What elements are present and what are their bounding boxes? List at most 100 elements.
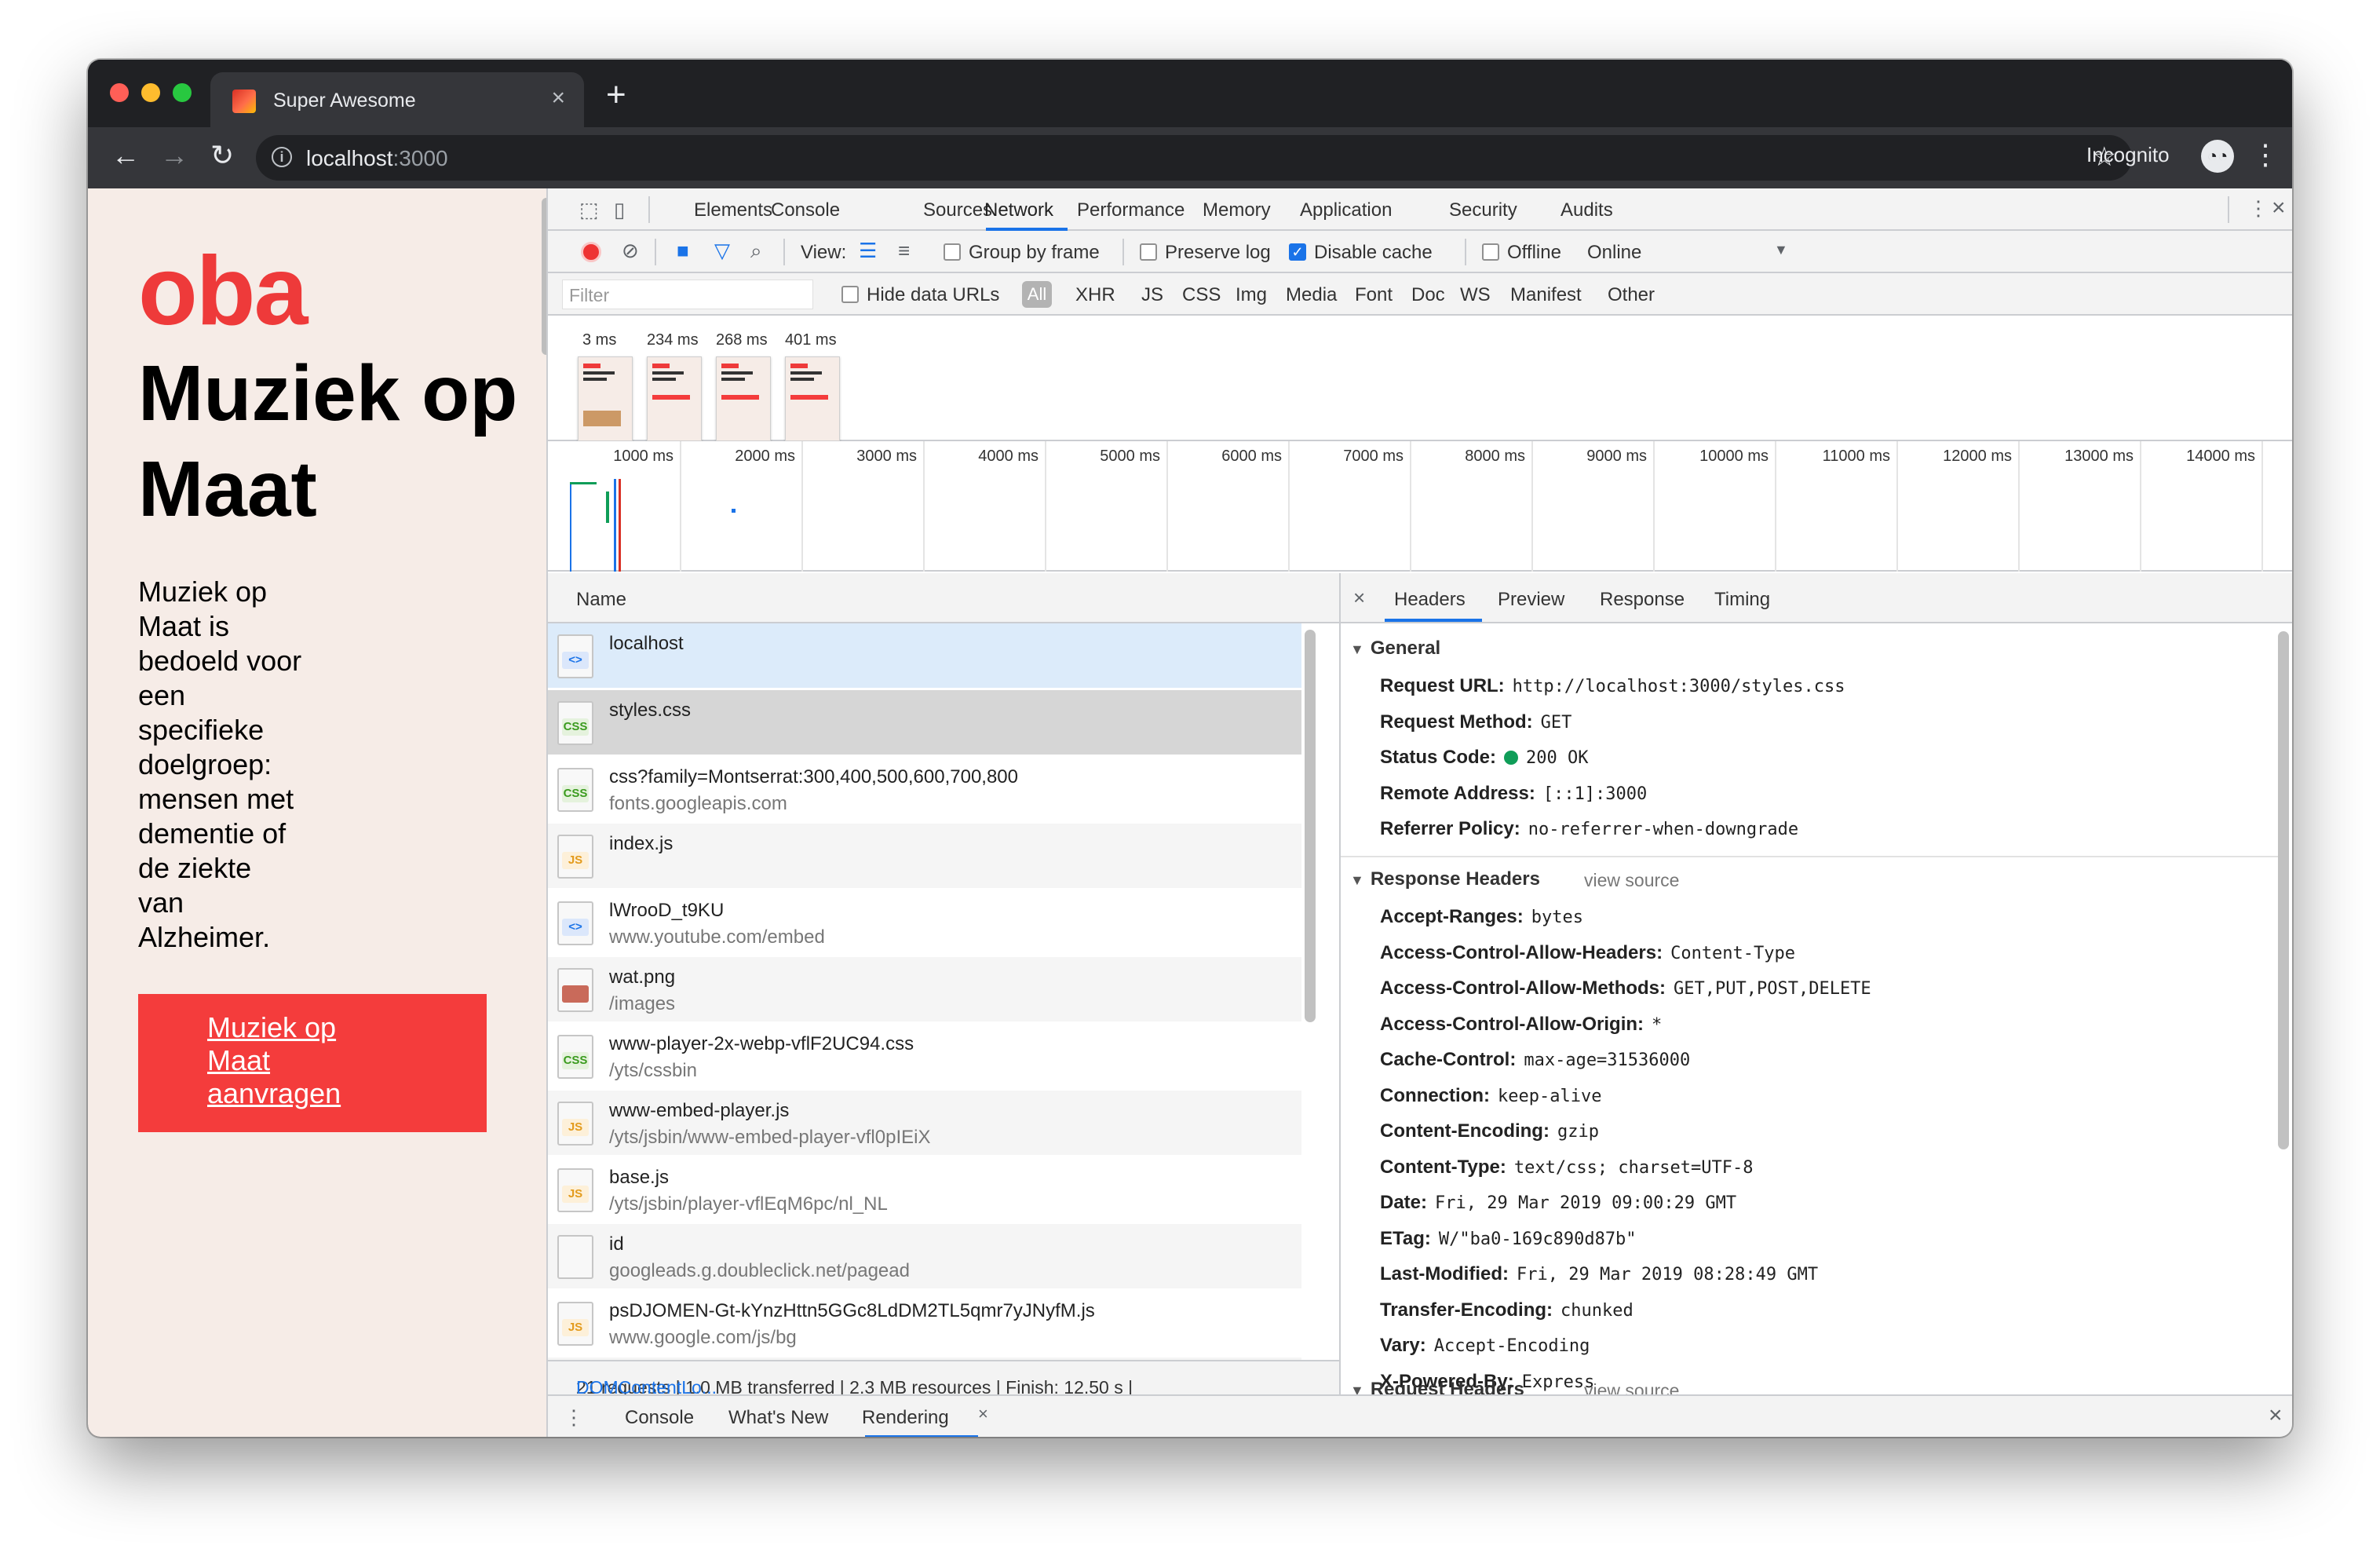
capture-screenshots-icon[interactable]: ■ — [677, 239, 689, 263]
inspect-element-icon[interactable]: ⬚ — [579, 198, 599, 222]
filter-type-img[interactable]: Img — [1236, 284, 1267, 306]
waterfall-view-icon[interactable]: ≡ — [898, 239, 910, 263]
request-row[interactable]: id googleads.g.doubleclick.net/pagead — [548, 1224, 1301, 1288]
requests-header[interactable]: Name — [548, 573, 1341, 623]
tab-elements[interactable]: Elements — [694, 199, 772, 221]
tab-security[interactable]: Security — [1449, 199, 1517, 221]
detail-tab-headers[interactable]: Headers — [1394, 589, 1466, 611]
tab-application[interactable]: Application — [1300, 199, 1392, 221]
drawer-tab-console[interactable]: Console — [625, 1407, 694, 1429]
request-headers-view-source-link[interactable]: view source — [1584, 1380, 1679, 1394]
name-column-header[interactable]: Name — [576, 589, 626, 611]
close-detail-icon[interactable]: × — [1353, 586, 1365, 610]
tab-console[interactable]: Console — [771, 199, 840, 221]
tab-performance[interactable]: Performance — [1077, 199, 1185, 221]
close-rendering-tab-icon[interactable]: × — [978, 1404, 988, 1424]
back-icon[interactable]: ← — [111, 140, 140, 171]
request-row[interactable]: JS base.js/yts/jsbin/player-vflEqM6pc/nl_… — [548, 1157, 1301, 1222]
hide-data-urls-checkbox[interactable] — [841, 286, 859, 303]
reload-icon[interactable]: ↻ — [210, 140, 234, 171]
tab-sources[interactable]: Sources — [923, 199, 992, 221]
filter-type-css[interactable]: CSS — [1182, 284, 1221, 306]
filter-icon[interactable]: ▽ — [714, 239, 730, 263]
requests-list[interactable]: <> localhost CSS styles.css CSS css?family=Mo… — [548, 623, 1341, 1360]
tab-memory[interactable]: Memory — [1203, 199, 1271, 221]
browser-menu-icon[interactable]: ⋮ — [2251, 138, 2280, 171]
request-button-label[interactable]: Muziek op Maat aanvragen — [207, 1011, 388, 1110]
site-info-icon[interactable]: i — [272, 147, 292, 167]
filter-type-ws[interactable]: WS — [1460, 284, 1491, 306]
forward-icon[interactable]: → — [160, 140, 188, 171]
detail-tab-timing[interactable]: Timing — [1714, 589, 1770, 611]
tab-network[interactable]: Network — [984, 199, 1053, 221]
request-row[interactable]: JS psDJOMEN-Gt-kYnzHttn5GGc8LdDM2TL5qmr7y… — [548, 1291, 1301, 1355]
detail-tab-response[interactable]: Response — [1600, 589, 1685, 611]
drawer-tab-rendering[interactable]: Rendering — [862, 1407, 949, 1429]
close-window-button[interactable] — [110, 83, 129, 102]
request-row[interactable]: CSS www-player-2x-webp-vflF2UC94.css/yts/… — [548, 1024, 1301, 1088]
request-row[interactable]: <> localhost — [548, 623, 1301, 688]
requests-scrollbar[interactable] — [1305, 630, 1316, 1022]
clear-icon[interactable]: ⊘ — [622, 239, 639, 263]
request-row[interactable]: JS www-embed-player.js/yts/jsbin/www-embe… — [548, 1091, 1301, 1155]
screenshot-thumbnail[interactable] — [578, 356, 633, 441]
request-headers-section-toggle[interactable]: ▼ Request Headers — [1350, 1379, 1524, 1394]
filter-type-other[interactable]: Other — [1608, 284, 1655, 306]
drawer-menu-icon[interactable]: ⋮ — [564, 1405, 584, 1430]
response-headers-view-source-link[interactable]: view source — [1584, 870, 1679, 891]
large-rows-icon[interactable]: ☰ — [859, 239, 877, 263]
header-value: http://localhost:3000/styles.css — [1512, 677, 1845, 696]
detail-tab-preview[interactable]: Preview — [1498, 589, 1564, 611]
filter-type-font[interactable]: Font — [1355, 284, 1393, 306]
request-row[interactable]: CSS css?family=Montserrat:300,400,500,600… — [548, 757, 1301, 821]
response-headers-section-toggle[interactable]: ▼ Response Headers — [1350, 868, 1540, 890]
incognito-icon[interactable]: ◔◔ — [2201, 140, 2234, 173]
header-row: Accept-Ranges: bytes — [1380, 906, 1583, 928]
new-tab-icon[interactable]: + — [606, 75, 626, 115]
throttling-select[interactable]: Online — [1587, 242, 1641, 264]
disable-cache-checkbox[interactable]: ✓ — [1289, 243, 1306, 261]
screenshot-thumbnail[interactable] — [647, 356, 702, 441]
request-button[interactable]: Muziek op Maat aanvragen — [138, 994, 487, 1132]
filter-type-all[interactable]: All — [1022, 281, 1052, 308]
url-text[interactable]: localhost:3000 — [306, 146, 448, 171]
offline-checkbox[interactable] — [1482, 243, 1499, 261]
screenshot-thumbnail[interactable] — [785, 356, 840, 441]
address-bar[interactable]: i localhost:3000 ☆ — [256, 135, 2132, 181]
filter-type-doc[interactable]: Doc — [1411, 284, 1445, 306]
file-img-icon — [557, 968, 593, 1012]
record-icon[interactable] — [581, 242, 601, 262]
filter-input[interactable]: Filter — [562, 280, 813, 309]
general-section-toggle[interactable]: ▼ General — [1350, 638, 1440, 660]
headers-scrollbar[interactable] — [2278, 631, 2289, 1149]
search-icon[interactable]: ⌕ — [750, 239, 762, 264]
incognito-label: Incognito — [2086, 143, 2170, 166]
filter-type-manifest[interactable]: Manifest — [1510, 284, 1582, 306]
filter-type-xhr[interactable]: XHR — [1075, 284, 1115, 306]
tab-close-icon[interactable]: × — [551, 85, 565, 111]
browser-tab[interactable]: Super Awesome × — [210, 72, 584, 127]
request-path: www.youtube.com/embed — [609, 926, 825, 948]
chevron-down-icon[interactable]: ▼ — [1774, 242, 1788, 258]
minimize-window-button[interactable] — [141, 83, 160, 102]
drawer-tab-what-s-new[interactable]: What's New — [728, 1407, 828, 1429]
network-overview[interactable]: 1000 ms 2000 ms 3000 ms 4000 ms 5000 ms 6000 … — [548, 441, 2292, 572]
close-drawer-icon[interactable]: × — [2269, 1402, 2283, 1429]
screenshot-thumbnail[interactable] — [716, 356, 771, 441]
timeline-tick: 12000 ms — [1943, 448, 2012, 465]
tab-audits[interactable]: Audits — [1561, 199, 1613, 221]
preserve-log-checkbox[interactable] — [1140, 243, 1157, 261]
request-row[interactable]: JS index.js — [548, 824, 1301, 888]
group-by-frame-checkbox[interactable] — [944, 243, 961, 261]
device-toolbar-icon[interactable]: ▯ — [614, 198, 625, 222]
request-row[interactable]: <> lWrooD_t9KU www.youtube.com/embed — [548, 890, 1301, 955]
filter-type-media[interactable]: Media — [1286, 284, 1337, 306]
devtools-menu-icon[interactable]: ⋮ — [2248, 196, 2269, 221]
request-row[interactable]: wat.png/images — [548, 957, 1301, 1021]
zoom-window-button[interactable] — [173, 83, 192, 102]
devtools-close-icon[interactable]: × — [2272, 195, 2286, 221]
request-name: wat.png — [609, 967, 676, 988]
request-row[interactable]: CSS styles.css — [548, 690, 1301, 755]
filter-type-js[interactable]: JS — [1141, 284, 1163, 306]
file-js-icon: JS — [557, 835, 593, 879]
